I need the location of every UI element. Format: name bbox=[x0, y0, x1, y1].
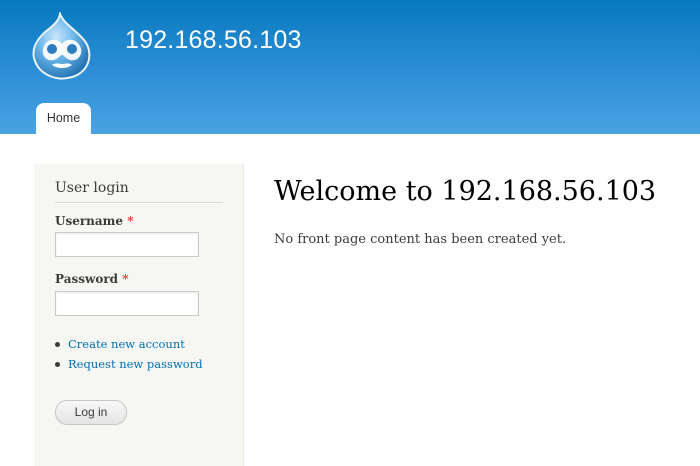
bullet-icon bbox=[55, 361, 60, 367]
required-marker: * bbox=[122, 272, 129, 286]
no-content-message: No front page content has been created y… bbox=[274, 232, 567, 247]
username-label-text: Username bbox=[55, 214, 124, 228]
username-input[interactable] bbox=[55, 232, 199, 257]
user-login-block: User login Username * Password * Create … bbox=[34, 164, 244, 466]
password-input[interactable] bbox=[55, 291, 199, 316]
bullet-icon bbox=[55, 341, 60, 347]
drupal-drop-icon[interactable] bbox=[30, 10, 94, 80]
site-name[interactable]: 192.168.56.103 bbox=[125, 26, 302, 55]
list-item: Create new account bbox=[55, 334, 203, 354]
site-header: 192.168.56.103 Home bbox=[0, 0, 700, 134]
account-links: Create new account Request new password bbox=[55, 334, 203, 374]
block-title: User login bbox=[55, 180, 223, 203]
password-label: Password * bbox=[55, 272, 129, 286]
username-label: Username * bbox=[55, 214, 133, 228]
request-password-link[interactable]: Request new password bbox=[68, 355, 203, 373]
page-title: Welcome to 192.168.56.103 bbox=[274, 176, 657, 207]
list-item: Request new password bbox=[55, 354, 203, 374]
required-marker: * bbox=[127, 214, 134, 228]
password-label-text: Password bbox=[55, 272, 119, 286]
create-account-link[interactable]: Create new account bbox=[68, 335, 185, 353]
tab-home[interactable]: Home bbox=[36, 103, 91, 134]
log-in-button[interactable]: Log in bbox=[55, 400, 127, 425]
